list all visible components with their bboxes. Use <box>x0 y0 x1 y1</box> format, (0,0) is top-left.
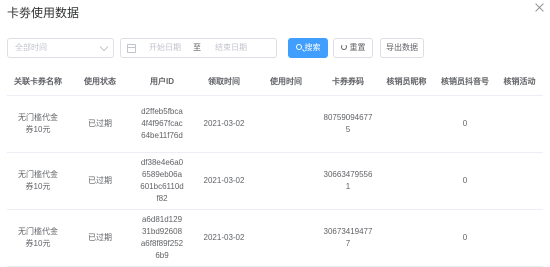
reset-button[interactable]: 重置 <box>333 38 373 58</box>
search-button-label: 搜索 <box>304 43 321 52</box>
reset-button-label: 重置 <box>349 43 366 52</box>
cell-use-status: 已过期 <box>69 95 131 153</box>
end-date-input[interactable]: 结束日期 <box>215 39 247 57</box>
col-use-status: 使用状态 <box>69 69 131 96</box>
cell-received-time: 2021-03-02 <box>193 95 255 153</box>
table-row: 无门槛代金券10元 已过期 df38e4e6a06589eb06a601bc61… <box>7 152 543 210</box>
cell-used-time <box>255 152 317 210</box>
coupon-usage-table: 关联卡券名称 使用状态 用户ID 领取时间 使用时间 卡券券码 核销员昵称 核销… <box>7 69 543 267</box>
status-select[interactable]: 全部时间 <box>7 38 114 58</box>
cell-user-id: a6d81d12931bd92608a6f8f89f2526b9 <box>131 209 193 267</box>
date-range-picker[interactable]: 开始日期 至 结束日期 <box>120 38 277 58</box>
status-select-placeholder: 全部时间 <box>15 43 47 52</box>
cell-received-time: 2021-03-02 <box>193 152 255 210</box>
col-used-time: 使用时间 <box>255 69 317 96</box>
cell-verifier-nickname <box>379 95 434 153</box>
date-range-separator: 至 <box>193 43 201 52</box>
cell-received-time: 2021-03-02 <box>193 209 255 267</box>
col-verifier-nickname: 核销员昵称 <box>379 69 434 96</box>
table-row: 无门槛代金券10元 已过期 d2ffeb5fbca4f4f967fcac64be… <box>7 95 543 153</box>
col-verify-activity: 核销活动 <box>496 69 543 96</box>
col-received-time: 领取时间 <box>193 69 255 96</box>
cell-verify-activity <box>496 152 543 210</box>
cell-verifier-nickname <box>379 209 434 267</box>
chevron-down-icon <box>99 42 109 52</box>
cell-use-status: 已过期 <box>69 209 131 267</box>
export-button-label: 导出数据 <box>386 43 418 52</box>
cell-coupon-code: 807590946775 <box>317 95 379 153</box>
search-button[interactable]: 搜索 <box>288 38 328 58</box>
cell-verifier-douyin: 0 <box>434 152 496 210</box>
table-header-row: 关联卡券名称 使用状态 用户ID 领取时间 使用时间 卡券券码 核销员昵称 核销… <box>7 69 543 96</box>
cell-coupon-name: 无门槛代金券10元 <box>7 209 69 267</box>
col-coupon-name: 关联卡券名称 <box>7 69 69 96</box>
col-user-id: 用户ID <box>131 69 193 96</box>
cell-used-time <box>255 209 317 267</box>
dialog-title: 卡劵使用数据 <box>7 6 80 20</box>
cell-user-id: d2ffeb5fbca4f4f967fcac64be11f76d <box>131 95 193 153</box>
cell-verifier-douyin: 0 <box>434 95 496 153</box>
col-coupon-code: 卡券券码 <box>317 69 379 96</box>
cell-coupon-code: 306734194777 <box>317 209 379 267</box>
refresh-icon <box>340 43 347 50</box>
search-icon <box>295 43 302 50</box>
cell-verifier-douyin: 0 <box>434 209 496 267</box>
start-date-input[interactable]: 开始日期 <box>149 39 181 57</box>
calendar-icon <box>127 44 136 53</box>
close-icon[interactable] <box>534 2 546 14</box>
cell-verify-activity <box>496 95 543 153</box>
cell-coupon-code: 306634795561 <box>317 152 379 210</box>
cell-verifier-nickname <box>379 152 434 210</box>
cell-verify-activity <box>496 209 543 267</box>
table-row: 无门槛代金券10元 已过期 a6d81d12931bd92608a6f8f89f… <box>7 209 543 267</box>
col-verifier-douyin: 核销员抖音号 <box>434 69 496 96</box>
export-button[interactable]: 导出数据 <box>380 38 424 58</box>
cell-coupon-name: 无门槛代金券10元 <box>7 95 69 153</box>
cell-user-id: df38e4e6a06589eb06a601bc6110df82 <box>131 152 193 210</box>
cell-use-status: 已过期 <box>69 152 131 210</box>
cell-coupon-name: 无门槛代金券10元 <box>7 152 69 210</box>
cell-used-time <box>255 95 317 153</box>
